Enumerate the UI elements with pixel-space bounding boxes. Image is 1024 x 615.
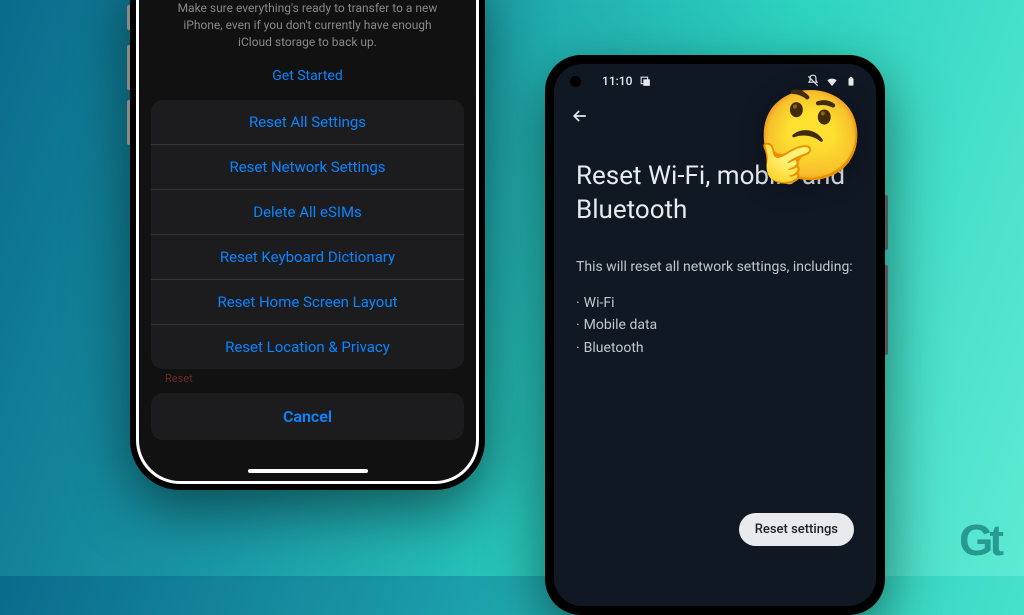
reset-network-settings[interactable]: Reset Network Settings [151, 145, 464, 190]
iphone-screen: Prepare for New iPhone Make sure everyth… [139, 0, 476, 481]
android-power-button [885, 265, 888, 355]
bullet-list: Wi-Fi Mobile data Bluetooth [576, 292, 854, 359]
reset-settings-button[interactable]: Reset settings [739, 513, 854, 546]
bullet-wifi: Wi-Fi [576, 292, 854, 314]
prepare-description: Make sure everything's ready to transfer… [151, 0, 464, 60]
logo-t: t [989, 516, 1004, 565]
cancel-button[interactable]: Cancel [151, 393, 464, 440]
reset-location-privacy[interactable]: Reset Location & Privacy [151, 325, 464, 369]
delete-all-esims[interactable]: Delete All eSIMs [151, 190, 464, 235]
iphone-mute-switch [127, 5, 130, 30]
gt-logo: Gt [959, 516, 1004, 566]
page-description: This will reset all network settings, in… [576, 256, 854, 278]
reset-keyboard-dictionary[interactable]: Reset Keyboard Dictionary [151, 235, 464, 280]
status-time: 11:10 [602, 74, 632, 88]
bullet-bluetooth: Bluetooth [576, 337, 854, 359]
hidden-reset-label: Reset [151, 369, 464, 387]
screenshot-icon [638, 74, 652, 88]
get-started-link[interactable]: Get Started [151, 60, 464, 100]
back-arrow-icon [570, 106, 590, 126]
reset-all-settings[interactable]: Reset All Settings [151, 100, 464, 145]
iphone-frame: Prepare for New iPhone Make sure everyth… [130, 0, 485, 490]
reset-options-sheet: Reset All Settings Reset Network Setting… [151, 100, 464, 369]
camera-hole [570, 76, 581, 87]
thinking-emoji: 🤔 [756, 85, 866, 188]
logo-g: G [959, 516, 989, 565]
iphone-volume-up [127, 45, 130, 90]
iphone-volume-down [127, 100, 130, 145]
home-indicator[interactable] [248, 469, 368, 473]
bullet-mobile-data: Mobile data [576, 314, 854, 336]
reset-home-screen-layout[interactable]: Reset Home Screen Layout [151, 280, 464, 325]
android-volume-button [885, 195, 888, 250]
